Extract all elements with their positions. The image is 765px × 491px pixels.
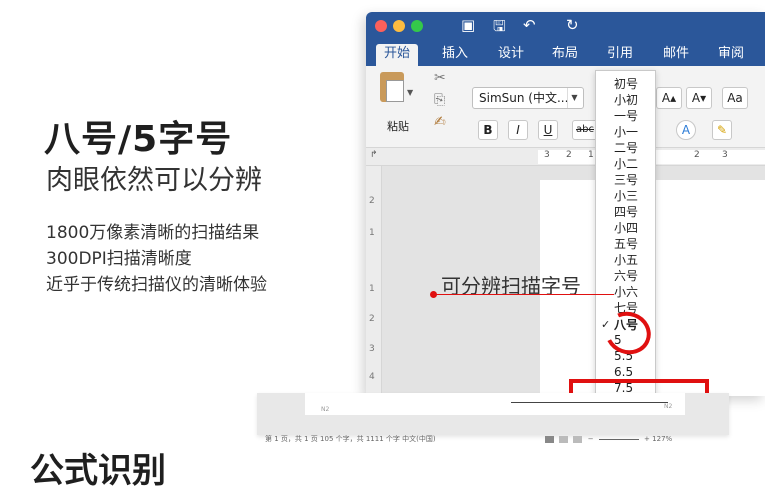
ruler-number: 2 (566, 150, 572, 160)
ruler-number: 1 (369, 284, 375, 294)
text-effects-button[interactable]: A (676, 120, 696, 140)
save-icon[interactable]: 🖫 (493, 16, 506, 41)
redo-icon[interactable]: ↻ (566, 16, 579, 34)
sidebar-icon[interactable]: ▣ (461, 16, 475, 34)
size-option[interactable]: 小五 (614, 251, 638, 268)
word-window: ▣ 🖫 ↶ ↻ 开始 插入 设计 布局 引用 邮件 审阅 ▼ 粘贴 ✂ ⎘ ✍ … (366, 12, 765, 396)
feature-item: 300DPI扫描清晰度 (46, 249, 192, 269)
ruler-number: 3 (369, 344, 375, 354)
undo-icon[interactable]: ↶ (523, 16, 536, 34)
callout-line (434, 294, 614, 295)
status-bar: 第 1 页，共 1 页 105 个字，共 1111 个字 中文(中国) − + … (257, 433, 729, 445)
ruler-number: 1 (588, 150, 594, 160)
zoom-out-icon[interactable]: − (588, 435, 594, 443)
web-layout-icon[interactable] (559, 435, 569, 443)
size-option[interactable]: 一号 (614, 107, 638, 124)
zoom-slider[interactable] (598, 438, 639, 440)
size-option[interactable]: 小六 (614, 283, 638, 300)
tab-home[interactable]: 开始 (376, 44, 419, 66)
indent-marker-line (511, 402, 668, 403)
feature-item: 1800万像素清晰的扫描结果 (46, 223, 260, 243)
ribbon-home: ▼ 粘贴 ✂ ⎘ ✍ SimSun (中文... ▼ B I U abc A▴ … (366, 66, 765, 148)
ruler-number: 4 (369, 372, 375, 382)
callout-dot (430, 291, 437, 298)
ruler-number: 2 (369, 314, 375, 324)
size-option[interactable]: 6.5 (614, 365, 633, 379)
cut-icon[interactable]: ✂ (434, 70, 446, 86)
highlight-icon[interactable]: ✎ (712, 120, 732, 140)
feature-list: 1800万像素清晰的扫描结果 300DPI扫描清晰度 近乎于传统扫描仪的清晰体验 (46, 220, 267, 298)
tab-references[interactable]: 引用 (599, 44, 641, 66)
zoom-window-button[interactable] (411, 20, 423, 32)
margin-mark: N2 (664, 403, 673, 410)
shrink-font-button[interactable]: A▾ (686, 87, 712, 109)
ruler-number: 3 (544, 150, 550, 160)
format-painter-icon[interactable]: ✍ (434, 114, 446, 130)
size-option[interactable]: 二号 (614, 139, 638, 156)
size-option[interactable]: 小三 (614, 187, 638, 204)
size-option[interactable]: 四号 (614, 203, 638, 220)
section-title: 公式识别 (30, 451, 166, 491)
tab-design[interactable]: 设计 (490, 44, 532, 66)
status-text: 第 1 页，共 1 页 105 个字，共 1111 个字 中文(中国) (265, 435, 436, 443)
underline-button[interactable]: U (538, 120, 558, 140)
tab-layout[interactable]: 布局 (544, 44, 586, 66)
paste-label: 粘贴 (387, 120, 409, 133)
print-layout-icon[interactable] (545, 435, 554, 443)
size-option[interactable]: 小初 (614, 91, 638, 108)
vertical-ruler[interactable]: 2 1 1 2 3 4 (366, 166, 382, 396)
grow-font-button[interactable]: A▴ (656, 87, 682, 109)
tab-selector-icon[interactable]: ↱ (370, 150, 378, 160)
size-option[interactable]: 三号 (614, 171, 638, 188)
outline-icon[interactable] (573, 435, 583, 443)
ruler-number: 3 (722, 150, 728, 160)
italic-button[interactable]: I (508, 120, 528, 140)
size-option[interactable]: 小四 (614, 219, 638, 236)
bold-button[interactable]: B (478, 120, 498, 140)
size-option[interactable]: 小二 (614, 155, 638, 172)
ribbon-tabs: 开始 插入 设计 布局 引用 邮件 审阅 (366, 40, 765, 66)
tab-review[interactable]: 审阅 (710, 44, 752, 66)
hero-title: 八号/5字号 (44, 119, 233, 160)
size-option[interactable]: 小一 (614, 123, 638, 140)
chevron-down-icon[interactable]: ▼ (567, 88, 581, 108)
zoom-level: 127% (652, 435, 673, 443)
minimize-window-button[interactable] (393, 20, 405, 32)
view-controls: − + 127% (545, 433, 672, 445)
margin-mark: N2 (321, 406, 330, 413)
ruler-number: 1 (369, 228, 375, 238)
document-strip: N2 N2 第 1 页，共 1 页 105 个字，共 1111 个字 中文(中国… (257, 393, 729, 443)
strip-page (305, 393, 685, 415)
feature-item: 近乎于传统扫描仪的清晰体验 (46, 275, 267, 295)
font-name-value: SimSun (中文... (479, 91, 569, 105)
paste-icon[interactable] (380, 72, 404, 102)
ruler-number: 2 (369, 196, 375, 206)
tab-insert[interactable]: 插入 (434, 44, 476, 66)
ruler-number: 2 (694, 150, 700, 160)
change-case-button[interactable]: Aa (722, 87, 748, 109)
zoom-in-icon[interactable]: + (644, 435, 650, 443)
paste-dropdown-icon[interactable]: ▼ (407, 88, 413, 97)
size-option[interactable]: 六号 (614, 267, 638, 284)
hero-subtitle: 肉眼依然可以分辨 (46, 165, 262, 196)
horizontal-ruler[interactable]: ↱ 3 2 1 2 3 (366, 148, 765, 166)
title-bar: ▣ 🖫 ↶ ↻ (366, 12, 765, 40)
close-window-button[interactable] (375, 20, 387, 32)
tab-mailings[interactable]: 邮件 (655, 44, 697, 66)
font-name-select[interactable]: SimSun (中文... ▼ (472, 87, 584, 109)
copy-icon[interactable]: ⎘ (434, 92, 445, 108)
size-option[interactable]: 五号 (614, 235, 638, 252)
size-option[interactable]: 初号 (614, 75, 638, 92)
